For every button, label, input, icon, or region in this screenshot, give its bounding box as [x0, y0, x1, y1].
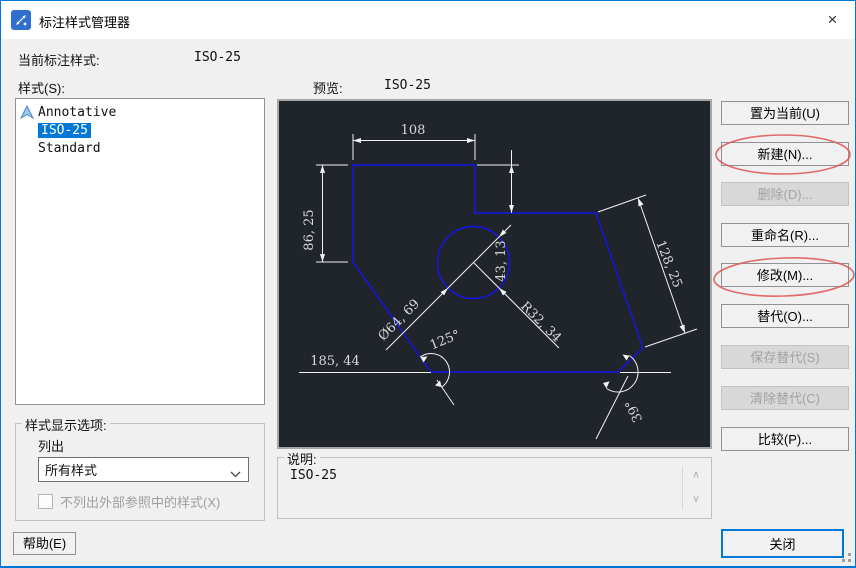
resize-grip[interactable]	[839, 550, 853, 564]
style-list: Annotative ISO-25 Standard	[15, 98, 265, 405]
dim-notch-height: 43, 13	[494, 240, 509, 281]
style-filter-value: 所有样式	[45, 463, 98, 478]
list-item-label: Standard	[38, 141, 101, 156]
set-current-button[interactable]: 置为当前(U)	[721, 101, 849, 125]
xref-checkbox-label: 不列出外部参照中的样式(X)	[60, 495, 221, 510]
help-button[interactable]: 帮助(E)	[13, 532, 76, 555]
preview-canvas: 108 86, 25 43, 13 128, 25 Ø64, 69 R32, 3…	[299, 123, 698, 440]
rename-button[interactable]: 重命名(R)...	[721, 223, 849, 247]
dim-bottom-left: 185, 44	[310, 354, 360, 369]
preview-style-value: ISO-25	[384, 78, 431, 93]
close-icon[interactable]: ×	[810, 1, 855, 38]
display-options-group: 样式显示选项: 列出 所有样式 不列出外部参照中的样式(X)	[15, 415, 265, 521]
list-item-label: ISO-25	[38, 123, 91, 138]
description-text: ISO-25	[290, 468, 337, 483]
titlebar: 标注样式管理器 ×	[1, 1, 855, 39]
dimension-lines	[299, 134, 698, 440]
xref-checkbox	[38, 494, 53, 509]
display-options-label: 样式显示选项:	[22, 415, 110, 434]
style-filter-dropdown[interactable]: 所有样式	[38, 457, 249, 482]
dim-right-length: 128, 25	[652, 238, 684, 290]
current-style-label: 当前标注样式:	[18, 53, 100, 68]
preview-label: 预览:	[313, 81, 343, 96]
list-filter-label: 列出	[38, 439, 65, 454]
description-scroll-divider	[682, 466, 683, 510]
compare-button[interactable]: 比较(P)...	[721, 427, 849, 451]
list-item-label: Annotative	[38, 105, 117, 120]
list-item-iso-25-selected[interactable]: ISO-25	[16, 122, 264, 140]
list-item-standard[interactable]: Standard	[16, 140, 264, 158]
current-style-value: ISO-25	[194, 50, 241, 65]
new-button[interactable]: 新建(N)...	[721, 142, 849, 166]
styles-label: 样式(S):	[18, 81, 65, 96]
dim-left-height: 86, 25	[302, 209, 317, 250]
modify-button[interactable]: 修改(M)...	[721, 263, 849, 287]
clear-override-button: 清除替代(C)	[721, 386, 849, 410]
dimension-style-icon	[11, 10, 31, 30]
dim-radius: R32, 34	[517, 299, 564, 346]
save-override-button: 保存替代(S)	[721, 345, 849, 369]
xref-checkbox-row: 不列出外部参照中的样式(X)	[38, 492, 220, 511]
dim-top-width: 108	[401, 123, 426, 138]
dim-angle-right: 39°	[623, 397, 646, 424]
list-item-annotative[interactable]: Annotative	[16, 104, 264, 122]
override-button[interactable]: 替代(O)...	[721, 304, 849, 328]
scroll-up-icon[interactable]: ∧	[688, 468, 704, 481]
close-dialog-button[interactable]: 关闭	[721, 529, 844, 558]
delete-button: 删除(D)...	[721, 182, 849, 206]
dim-angle-left: 125°	[428, 328, 463, 354]
description-group-label: 说明:	[284, 449, 320, 468]
chevron-down-icon	[230, 466, 241, 481]
window-title: 标注样式管理器	[39, 15, 131, 30]
description-group: 说明: ISO-25 ∧ ∨	[277, 449, 712, 519]
scroll-down-icon[interactable]: ∨	[688, 492, 704, 505]
dimension-style-manager-dialog: 标注样式管理器 × 当前标注样式: ISO-25 样式(S): 预览: ISO-…	[0, 0, 856, 568]
preview-panel: 108 86, 25 43, 13 128, 25 Ø64, 69 R32, 3…	[277, 99, 712, 449]
